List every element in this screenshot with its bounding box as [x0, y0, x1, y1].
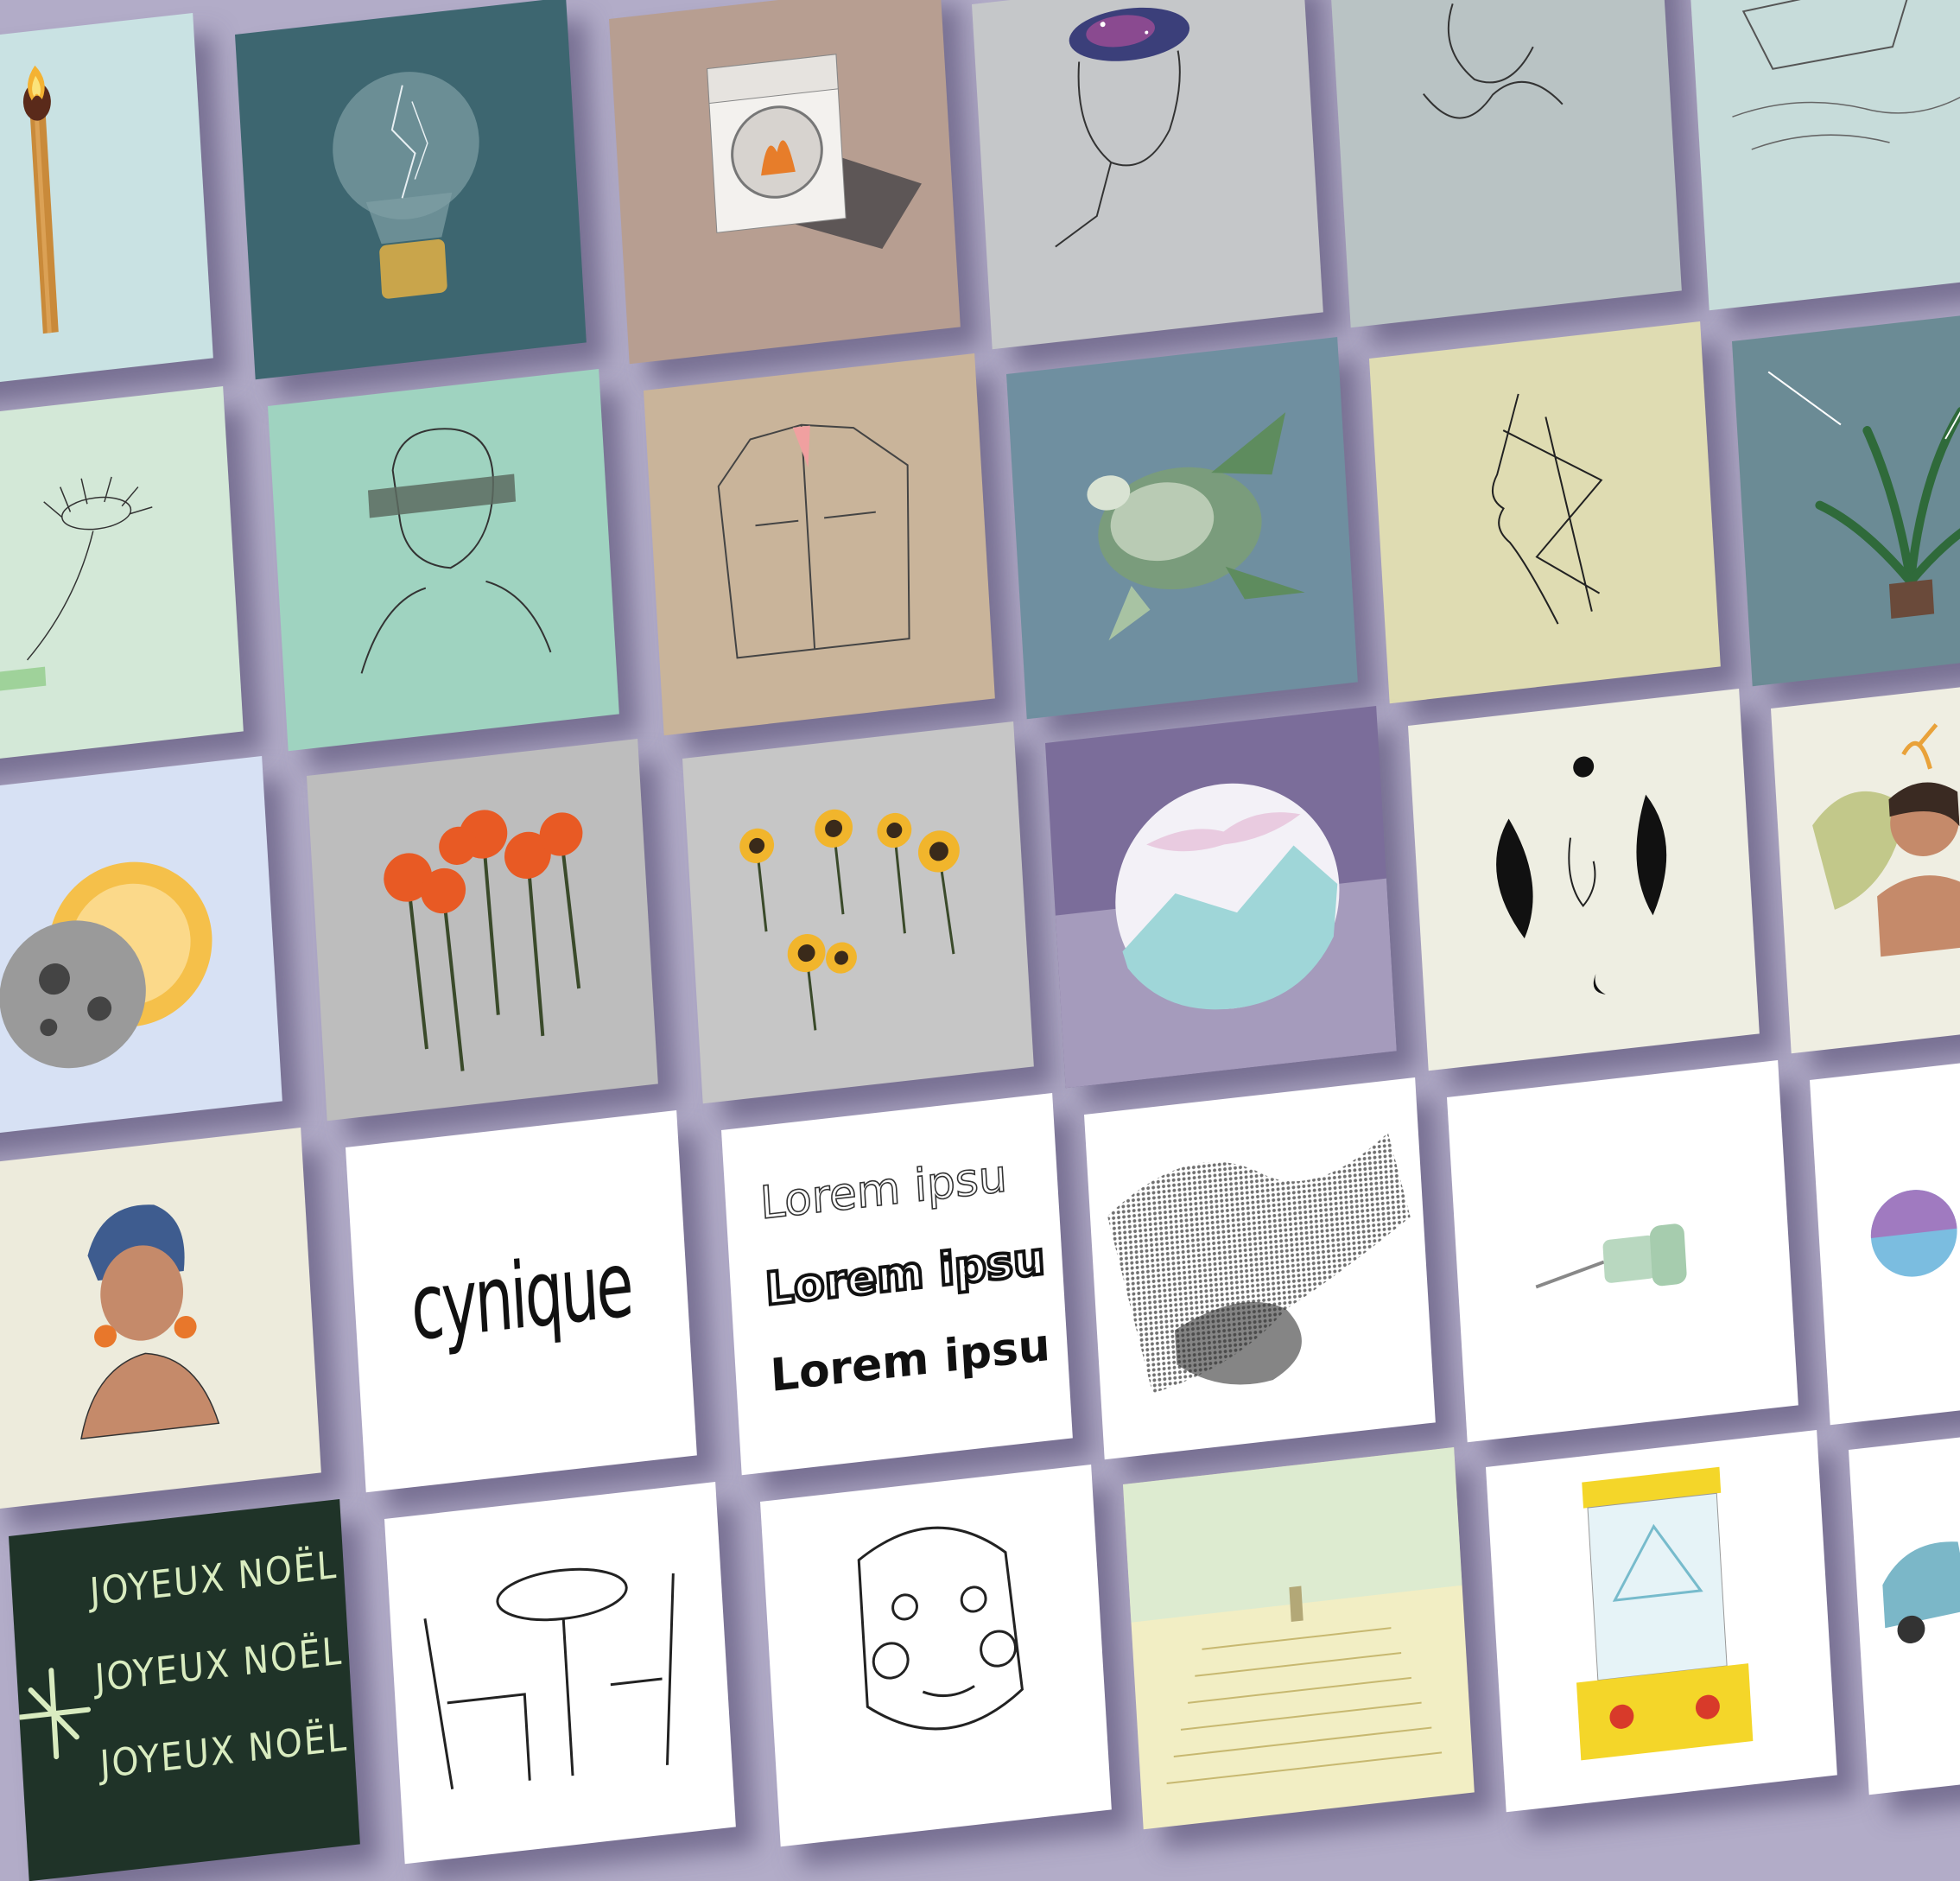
tile-lorem[interactable]: Lorem ipsu Lorem ipsu Lorem ipsu [721, 1093, 1073, 1476]
face-doodle-illustration [857, 1526, 1024, 1731]
artwork-wall: cynique Lorem ipsu Lorem ipsu Lorem ipsu [0, 0, 1960, 1881]
daisy-illustration [0, 476, 153, 696]
tile-eclipse[interactable] [0, 756, 282, 1139]
match-illustration [22, 65, 59, 334]
water-game-illustration [1576, 1466, 1754, 1761]
tile-line-couple[interactable] [1330, 0, 1682, 328]
lorem-bold-line: Lorem ipsu [769, 1319, 1052, 1402]
line-profile-illustration [1491, 393, 1603, 625]
halftone-wave-illustration [1107, 1132, 1411, 1394]
tile-match[interactable] [0, 13, 213, 396]
tile-water-game[interactable] [1486, 1430, 1837, 1813]
eclipse-illustration [0, 861, 212, 1069]
palm-plant-illustration [1767, 354, 1960, 619]
mountain-circle-illustration [1055, 783, 1397, 1089]
tile-washer[interactable] [609, 0, 961, 365]
tile-sun-moon-face[interactable] [1408, 689, 1760, 1071]
sun-moon-face-illustration [1496, 756, 1667, 995]
tile-boat[interactable] [1689, 0, 1960, 311]
tile-noel[interactable]: JOYEUX NOËL JOYEUX NOËL JOYEUX NOËL [9, 1499, 360, 1881]
line-couple-illustration [1423, 3, 1564, 119]
orange-flowers-illustration [384, 810, 583, 1071]
boat-illustration [1732, 0, 1960, 150]
turtle-illustration [1087, 412, 1305, 641]
stairs-illustration [1123, 1447, 1462, 1785]
pushpin-illustration [1535, 1223, 1687, 1289]
tile-bulb[interactable] [235, 0, 587, 380]
tile-car[interactable] [1849, 1413, 1960, 1795]
jacket-illustration [717, 423, 910, 659]
ball-illustration [1870, 1190, 1957, 1277]
censored-man-illustration [360, 428, 552, 674]
tile-daisy[interactable] [0, 386, 244, 769]
tile-mountain-circle[interactable] [1045, 706, 1397, 1089]
car-illustration [1882, 1541, 1960, 1643]
sunflowers-illustration [739, 809, 960, 1031]
lorem-outline-line: Lorem ipsu [758, 1150, 1010, 1231]
tile-pushpin[interactable] [1447, 1060, 1798, 1443]
tile-face-doodle[interactable] [760, 1465, 1112, 1847]
tile-line-profile[interactable] [1369, 321, 1721, 704]
chairs-table-illustration [423, 1567, 675, 1790]
tile-turtle[interactable] [1006, 337, 1358, 720]
tile-galaxy-head[interactable] [972, 0, 1323, 350]
lorem-bold-outline-line: Lorem ipsu [762, 1231, 1048, 1318]
tile-censored-man[interactable] [268, 369, 619, 752]
tile-sunflowers[interactable] [682, 721, 1034, 1104]
cynique-wordmark: cynique [408, 1232, 634, 1363]
noel-line-1: JOYEUX NOËL [88, 1542, 339, 1615]
noel-line-2: JOYEUX NOËL [93, 1629, 345, 1701]
galaxy-head-illustration [1055, 7, 1190, 248]
tile-turban-woman[interactable] [0, 1128, 321, 1510]
washing-machine-illustration [707, 54, 922, 249]
tile-chairs[interactable] [384, 1482, 736, 1865]
bulb-illustration [333, 72, 479, 299]
tile-monstera-woman[interactable] [1771, 671, 1960, 1054]
turban-woman-illustration [80, 1204, 220, 1439]
tile-halftone[interactable] [1084, 1077, 1436, 1460]
noel-line-3: JOYEUX NOËL [98, 1715, 350, 1788]
monstera-woman-illustration [1812, 723, 1960, 957]
tile-jacket[interactable] [644, 353, 995, 736]
tile-orange-flowers[interactable] [307, 739, 658, 1122]
tile-palm[interactable] [1732, 304, 1960, 687]
tile-cynique[interactable]: cynique [346, 1110, 697, 1493]
tile-stairs[interactable] [1123, 1447, 1475, 1830]
tile-ball[interactable] [1810, 1043, 1960, 1426]
